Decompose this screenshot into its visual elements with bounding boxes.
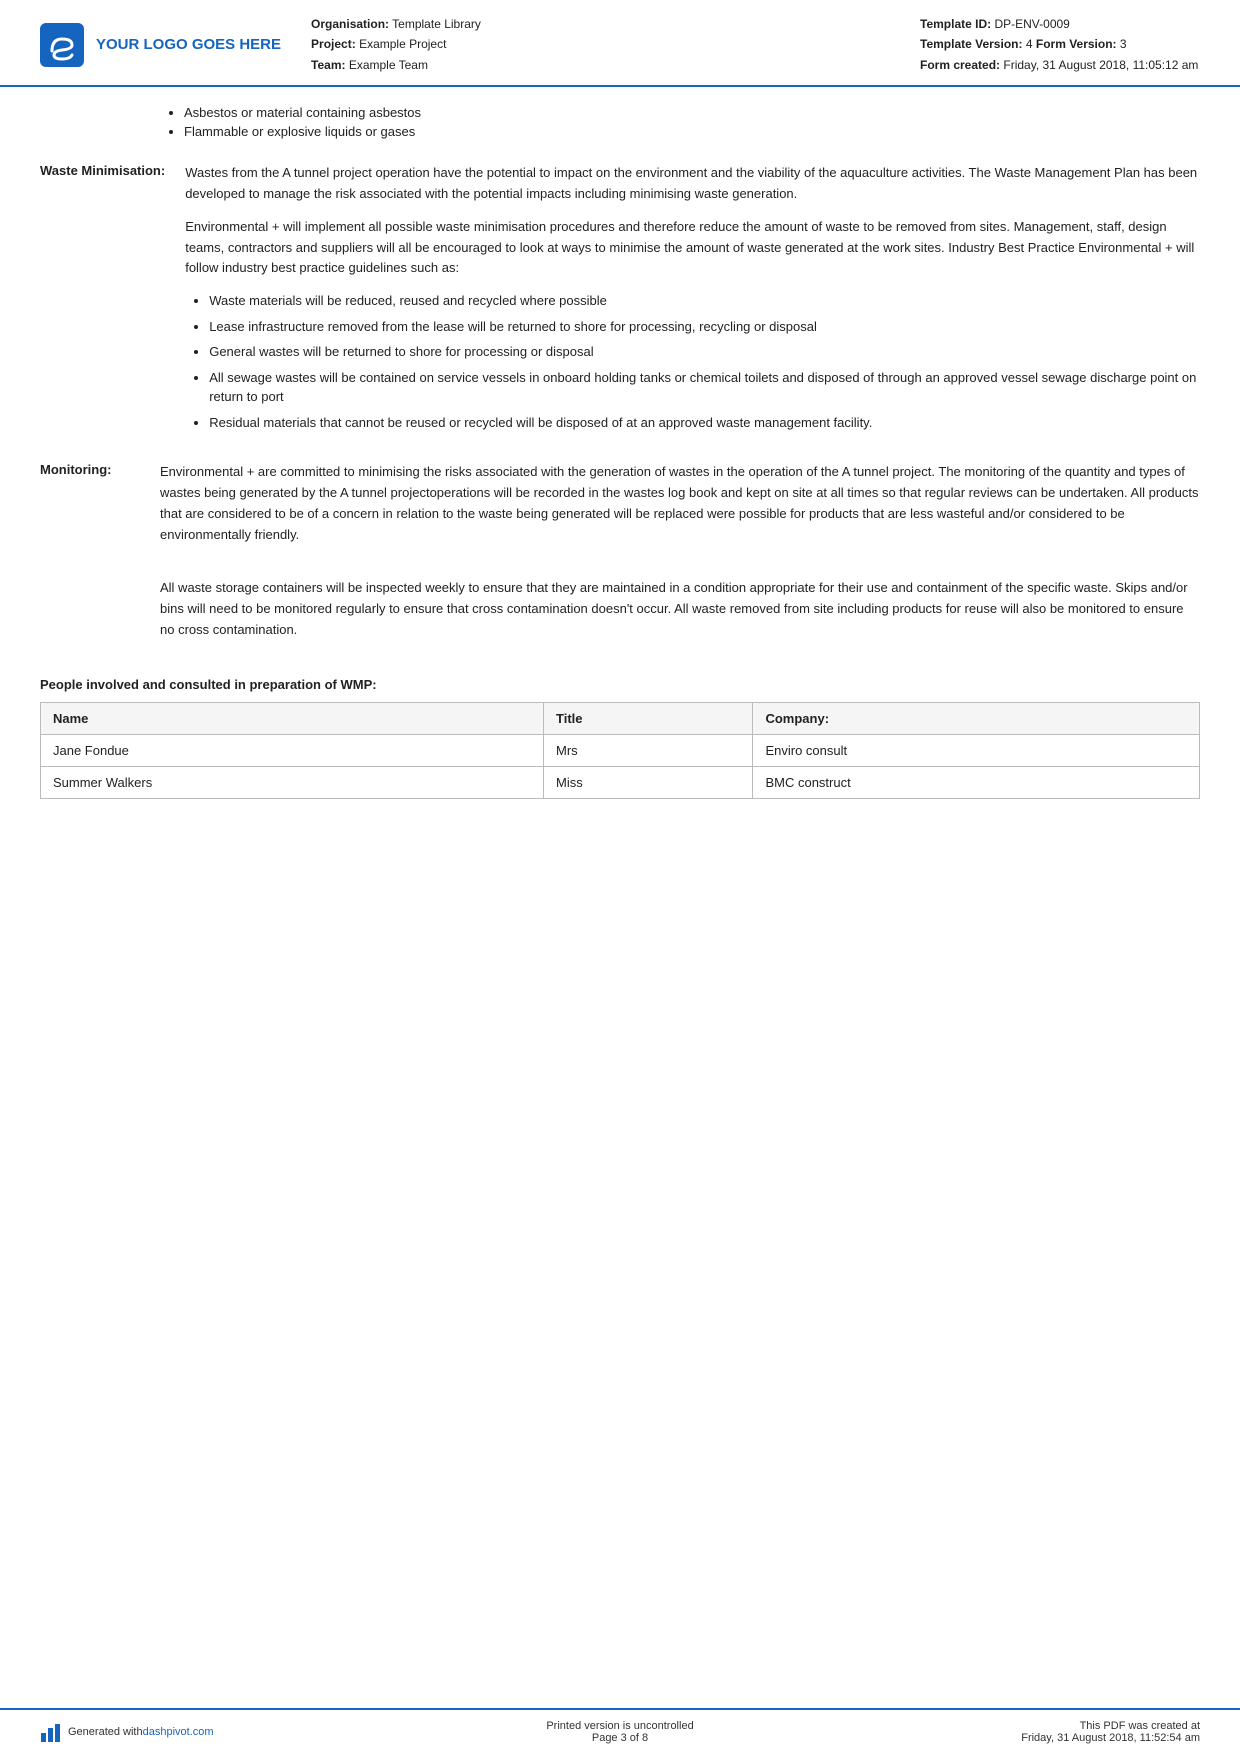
table-cell-company: BMC construct (753, 766, 1200, 798)
project-label: Project: (311, 37, 356, 51)
header-meta-right: Template ID: DP-ENV-0009 Template Versio… (920, 14, 1200, 75)
table-cell-title: Miss (544, 766, 753, 798)
waste-para-2: Environmental + will implement all possi… (185, 217, 1200, 279)
monitoring-content: Environmental + are committed to minimis… (160, 462, 1200, 652)
template-id-value: DP-ENV-0009 (994, 17, 1069, 31)
table-cell-company: Enviro consult (753, 734, 1200, 766)
footer-pdf-created: This PDF was created at (813, 1720, 1200, 1732)
table-col-name: Name (41, 702, 544, 734)
footer-generated-link[interactable]: dashpivot.com (143, 1726, 214, 1738)
table-cell-title: Mrs (544, 734, 753, 766)
table-row: Jane Fondue Mrs Enviro consult (41, 734, 1200, 766)
project-value: Example Project (359, 37, 446, 51)
waste-bullets-list: Waste materials will be reduced, reused … (185, 291, 1200, 432)
list-item: All sewage wastes will be contained on s… (209, 368, 1200, 407)
table-cell-name: Summer Walkers (41, 766, 544, 798)
footer-pdf-date: Friday, 31 August 2018, 11:52:54 am (813, 1732, 1200, 1744)
waste-minimisation-content: Wastes from the A tunnel project operati… (185, 163, 1200, 444)
footer-printed-line1: Printed version is uncontrolled (427, 1720, 814, 1732)
team-value: Example Team (349, 58, 428, 72)
logo-icon (40, 23, 84, 67)
dashpivot-icon (40, 1721, 62, 1743)
monitoring-section: Monitoring: Environmental + are committe… (40, 462, 1200, 652)
waste-minimisation-label: Waste Minimisation: (40, 163, 185, 444)
form-version-value: 3 (1120, 37, 1127, 51)
header-meta-center: Organisation: Template Library Project: … (311, 14, 920, 75)
template-version-label: Template Version: (920, 37, 1022, 51)
footer-page-number: Page 3 of 8 (427, 1732, 814, 1744)
list-item: General wastes will be returned to shore… (209, 342, 1200, 362)
list-item: Lease infrastructure removed from the le… (209, 317, 1200, 337)
table-row: Summer Walkers Miss BMC construct (41, 766, 1200, 798)
template-id-label: Template ID: (920, 17, 991, 31)
monitoring-para-1: Environmental + are committed to minimis… (160, 462, 1200, 545)
monitoring-label: Monitoring: (40, 462, 160, 652)
org-value: Template Library (392, 17, 481, 31)
form-version-label: Form Version: (1036, 37, 1117, 51)
table-col-title: Title (544, 702, 753, 734)
logo-text: YOUR LOGO GOES HERE (96, 36, 281, 53)
form-created-value: Friday, 31 August 2018, 11:05:12 am (1003, 58, 1198, 72)
monitoring-para-2: All waste storage containers will be ins… (160, 578, 1200, 640)
list-item: Residual materials that cannot be reused… (209, 413, 1200, 433)
page-footer: Generated with dashpivot.com Printed ver… (0, 1708, 1240, 1754)
top-bullets-list: Asbestos or material containing asbestos… (160, 105, 1200, 139)
page-header: YOUR LOGO GOES HERE Organisation: Templa… (0, 0, 1240, 87)
footer-right: This PDF was created at Friday, 31 Augus… (813, 1720, 1200, 1744)
top-bullets-section: Asbestos or material containing asbestos… (40, 105, 1200, 139)
footer-center: Printed version is uncontrolled Page 3 o… (427, 1720, 814, 1744)
org-label: Organisation: (311, 17, 389, 31)
table-col-company: Company: (753, 702, 1200, 734)
template-version-value: 4 (1026, 37, 1033, 51)
waste-minimisation-section: Waste Minimisation: Wastes from the A tu… (40, 163, 1200, 444)
list-item: Waste materials will be reduced, reused … (209, 291, 1200, 311)
list-item: Asbestos or material containing asbestos (184, 105, 1200, 120)
people-section-title: People involved and consulted in prepara… (40, 677, 1200, 692)
table-header-row: Name Title Company: (41, 702, 1200, 734)
team-label: Team: (311, 58, 345, 72)
form-created-label: Form created: (920, 58, 1000, 72)
people-section: People involved and consulted in prepara… (40, 677, 1200, 799)
footer-generated-prefix: Generated with (68, 1726, 143, 1738)
footer-left: Generated with dashpivot.com (40, 1721, 427, 1743)
table-cell-name: Jane Fondue (41, 734, 544, 766)
people-table: Name Title Company: Jane Fondue Mrs Envi… (40, 702, 1200, 799)
logo-section: YOUR LOGO GOES HERE (40, 14, 281, 75)
waste-para-1: Wastes from the A tunnel project operati… (185, 163, 1200, 205)
list-item: Flammable or explosive liquids or gases (184, 124, 1200, 139)
main-content: Asbestos or material containing asbestos… (0, 87, 1240, 1754)
